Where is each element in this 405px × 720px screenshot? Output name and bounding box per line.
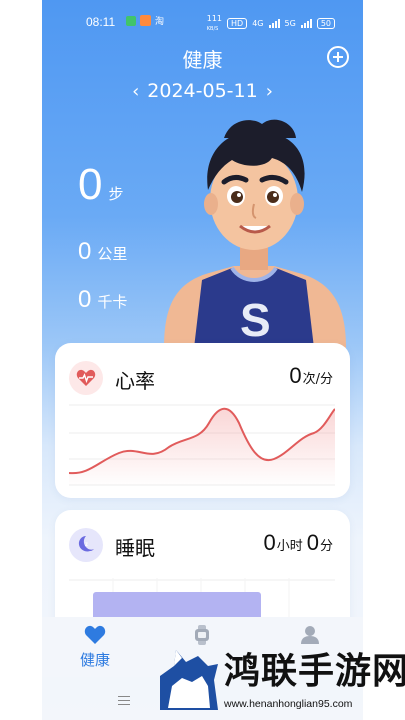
net1-label: 4G: [252, 18, 264, 28]
add-button[interactable]: [327, 46, 349, 68]
tab-health[interactable]: 健康: [55, 625, 135, 670]
net-speed: 111 KB/S: [206, 14, 223, 32]
heart-rate-icon: [76, 369, 96, 386]
calories-value: 0: [78, 286, 92, 313]
status-bar: 08:11 淘 111 KB/S HD 4G 5G 50: [42, 0, 363, 44]
watermark-logo: [160, 650, 218, 710]
sleep-hours-unit: 小时: [276, 539, 303, 554]
date-selector: ‹ 2024-05-11 ›: [42, 80, 363, 102]
jersey-letter-s: S: [240, 294, 271, 346]
heart-rate-value: 0 次/分: [289, 363, 336, 389]
steps-unit: 步: [108, 185, 124, 203]
steps-stat: 0 步: [78, 160, 124, 210]
heart-rate-area: [69, 408, 335, 487]
signal-icon: [300, 18, 312, 28]
net2-label: 5G: [284, 18, 296, 28]
status-right: 111 KB/S HD 4G 5G 50: [207, 14, 335, 32]
calories-stat: 0 千卡: [78, 286, 127, 314]
heart-rate-title: 心率: [115, 369, 155, 393]
menu-icon[interactable]: [118, 696, 130, 708]
sleep-title: 睡眠: [115, 536, 155, 560]
signal-icon: [268, 18, 280, 28]
steps-value: 0: [78, 160, 103, 209]
sleep-hours: 0: [263, 530, 276, 555]
heart-rate-card[interactable]: 心率 0 次/分: [55, 343, 350, 498]
date-label[interactable]: 2024-05-11: [147, 80, 257, 102]
battery-icon: 50: [316, 17, 335, 29]
sleep-minutes: 0: [306, 530, 319, 555]
notification-icons: 淘: [126, 14, 164, 27]
svg-text:z: z: [85, 542, 88, 548]
tab-health-label: 健康: [79, 651, 110, 669]
sleep-icon-wrap: z: [69, 528, 103, 562]
hd-badge: HD: [227, 17, 248, 29]
moon-icon: z: [78, 536, 94, 552]
prev-day-button[interactable]: ‹: [132, 81, 139, 102]
app-notification-icon: [140, 15, 151, 26]
header: 健康: [42, 44, 363, 74]
heart-rate-icon-wrap: [69, 361, 103, 395]
taobao-notification-icon: 淘: [155, 17, 165, 27]
avatar-illustration: S: [164, 119, 346, 348]
app-notification-icon: [126, 15, 136, 26]
status-time: 08:11: [86, 15, 116, 29]
heart-rate-number: 0: [289, 363, 302, 388]
watermark: 鸿联手游网 www.henanhonglian95.com: [158, 636, 405, 720]
distance-stat: 0 公里: [78, 238, 127, 266]
app-screen: 08:11 淘 111 KB/S HD 4G 5G 50 健康 ‹ 2024-05…: [42, 0, 363, 720]
distance-unit: 公里: [97, 245, 128, 263]
next-day-button[interactable]: ›: [266, 81, 273, 102]
calories-unit: 千卡: [97, 293, 128, 311]
sleep-value: 0 小时 0 分: [263, 530, 336, 556]
watermark-text: 鸿联手游网: [224, 650, 405, 692]
page-title: 健康: [182, 48, 223, 72]
heart-rate-chart: [69, 404, 335, 487]
heart-rate-unit: 次/分: [302, 372, 333, 387]
heart-icon: [84, 625, 106, 644]
sleep-minutes-unit: 分: [319, 539, 333, 554]
distance-value: 0: [78, 238, 92, 265]
watermark-url: www.henanhonglian95.com: [224, 698, 353, 710]
